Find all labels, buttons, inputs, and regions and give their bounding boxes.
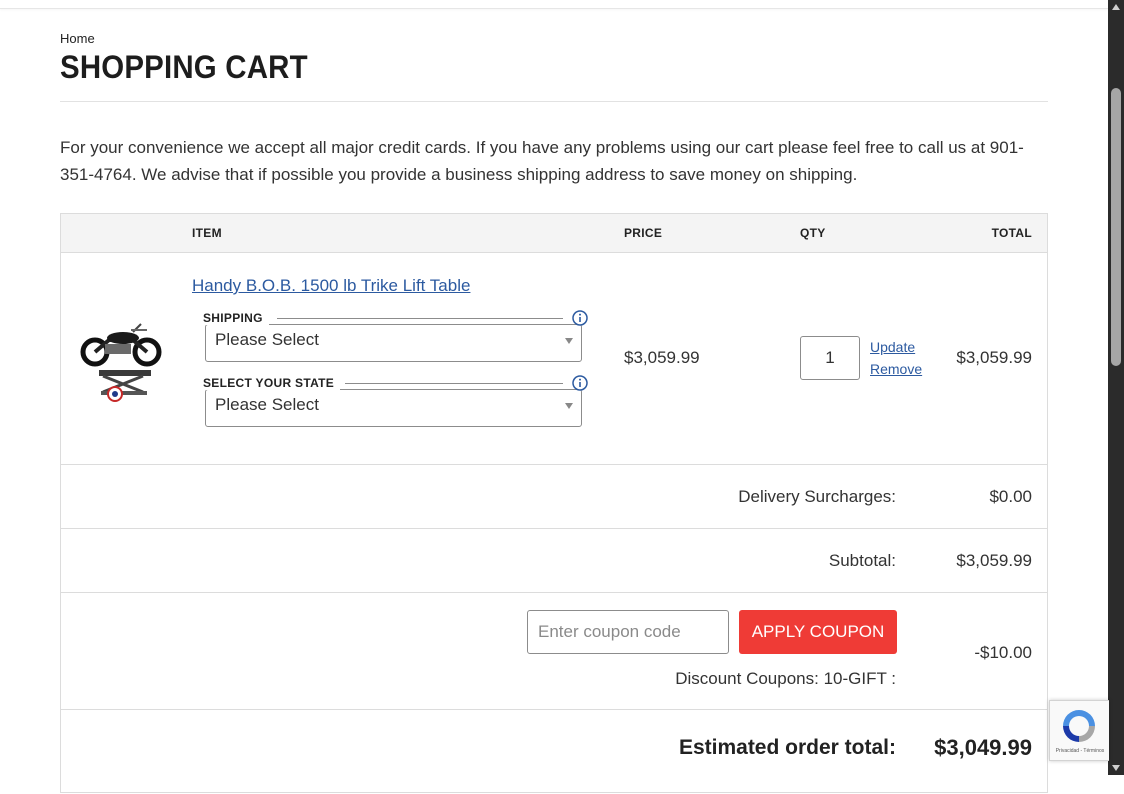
shipping-select[interactable]: SHIPPING Please Select: [203, 310, 588, 362]
scroll-thumb[interactable]: [1111, 88, 1121, 366]
chevron-down-icon[interactable]: [565, 338, 573, 344]
delivery-surcharge-row: Delivery Surcharges: $0.00: [61, 464, 1047, 529]
estimated-total-label: Estimated order total:: [678, 736, 896, 759]
info-icon[interactable]: [572, 310, 588, 326]
recaptcha-terms[interactable]: Privacidad - Términos: [1050, 748, 1110, 754]
state-label-line: [345, 383, 563, 384]
product-image[interactable]: [75, 318, 165, 404]
cart-table-header: ITEM PRICE QTY TOTAL: [61, 214, 1047, 253]
cart-item-row: Handy B.O.B. 1500 lb Trike Lift Table SH…: [61, 252, 1047, 465]
recaptcha-logo-icon: [1063, 710, 1095, 742]
shipping-label: SHIPPING: [203, 311, 269, 325]
page-title: SHOPPING CART: [60, 49, 308, 85]
subtotal-value: $3,059.99: [956, 551, 1032, 570]
state-select-value[interactable]: Please Select: [215, 395, 319, 415]
title-divider: [60, 101, 1048, 102]
state-select[interactable]: SELECT YOUR STATE Please Select: [203, 375, 588, 427]
update-link[interactable]: Update: [870, 339, 915, 355]
shipping-label-line: [277, 318, 563, 319]
scroll-down-arrow-icon[interactable]: [1112, 765, 1120, 771]
quantity-input[interactable]: [800, 336, 860, 380]
coupon-row: APPLY COUPON Discount Coupons: 10-GIFT :…: [61, 592, 1047, 710]
remove-link[interactable]: Remove: [870, 361, 922, 377]
subtotal-row: Subtotal: $3,059.99: [61, 528, 1047, 593]
breadcrumb-home[interactable]: Home: [60, 31, 95, 46]
cart-table: ITEM PRICE QTY TOTAL Handy B.O.B. 1500 l…: [60, 213, 1048, 793]
estimated-total-row: Estimated order total: $3,049.99: [61, 709, 1047, 794]
header-qty: QTY: [800, 226, 826, 240]
subtotal-label: Subtotal:: [828, 551, 896, 570]
recaptcha-badge[interactable]: Privacidad - Términos: [1049, 700, 1109, 761]
shipping-select-value[interactable]: Please Select: [215, 330, 319, 350]
discount-coupons-label: Discount Coupons: 10-GIFT :: [675, 669, 896, 688]
page-scrollbar[interactable]: [1108, 0, 1124, 775]
header-price: PRICE: [624, 226, 663, 240]
item-price: $3,059.99: [624, 348, 700, 367]
item-total: $3,059.99: [956, 348, 1032, 367]
scroll-up-arrow-icon[interactable]: [1112, 4, 1120, 10]
apply-coupon-button[interactable]: APPLY COUPON: [739, 610, 897, 654]
chevron-down-icon[interactable]: [565, 403, 573, 409]
estimated-total-value: $3,049.99: [934, 735, 1032, 760]
info-icon[interactable]: [572, 375, 588, 391]
delivery-value: $0.00: [989, 487, 1032, 506]
product-link[interactable]: Handy B.O.B. 1500 lb Trike Lift Table: [192, 276, 470, 296]
header-total: TOTAL: [991, 226, 1032, 240]
top-header-edge: [0, 0, 1108, 9]
cart-intro-text: For your convenience we accept all major…: [60, 138, 1024, 184]
discount-value: -$10.00: [974, 643, 1032, 662]
state-label: SELECT YOUR STATE: [203, 376, 341, 390]
header-item: ITEM: [192, 226, 222, 240]
delivery-label: Delivery Surcharges:: [738, 487, 896, 506]
coupon-code-input[interactable]: [527, 610, 729, 654]
